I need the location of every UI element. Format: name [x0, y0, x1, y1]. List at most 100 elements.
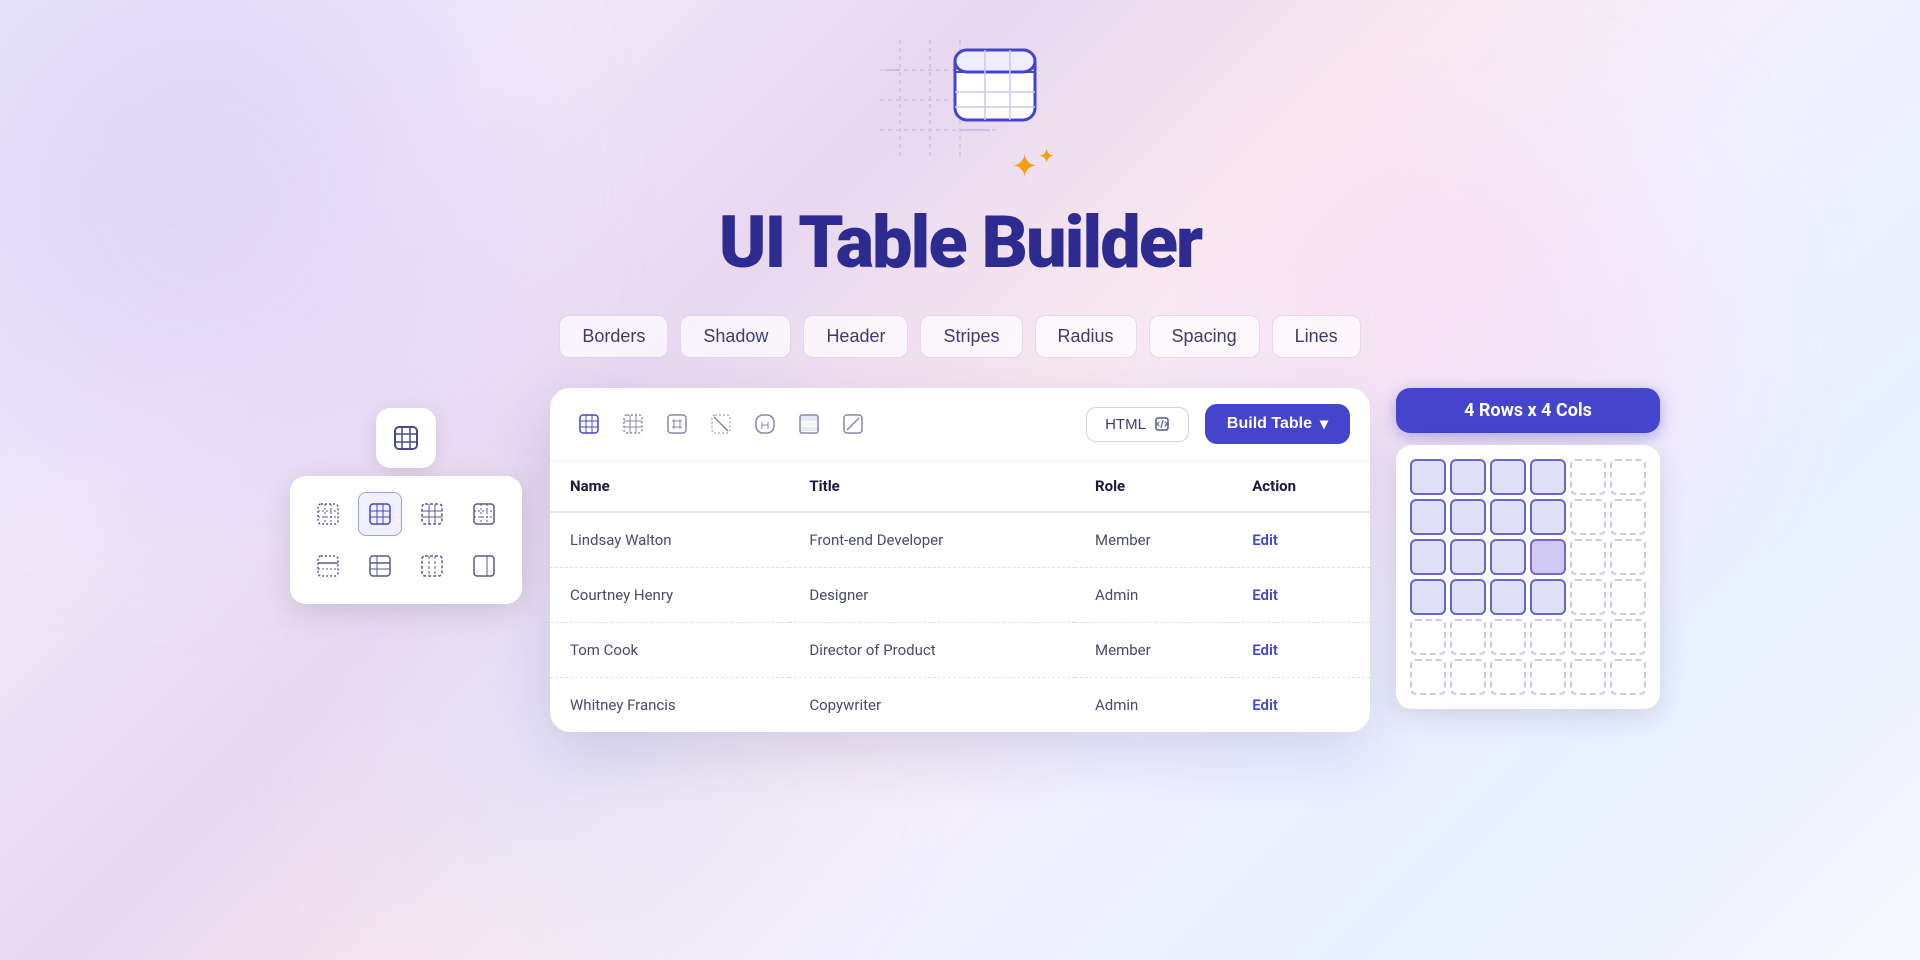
grid-style-6[interactable] — [358, 544, 402, 588]
grid-style-3[interactable] — [410, 492, 454, 536]
pill-spacing[interactable]: Spacing — [1149, 315, 1260, 358]
pill-borders[interactable]: Borders — [559, 315, 668, 358]
data-table: Name Title Role Action Lindsay Walton Fr… — [550, 461, 1370, 732]
toolbar: HTML Build Table ▾ — [550, 388, 1370, 461]
pill-stripes[interactable]: Stripes — [920, 315, 1022, 358]
cell-title-1: Front-end Developer — [789, 512, 1075, 568]
grid-cell-4-5[interactable] — [1570, 579, 1606, 615]
grid-cell-5-2[interactable] — [1450, 619, 1486, 655]
grid-style-1[interactable] — [306, 492, 350, 536]
grid-cell-4-6[interactable] — [1610, 579, 1646, 615]
col-header-action: Action — [1232, 461, 1370, 512]
grid-cell-3-4[interactable] — [1530, 539, 1566, 575]
cell-role-2: Admin — [1075, 568, 1232, 623]
pill-radius[interactable]: Radius — [1035, 315, 1137, 358]
grid-cell-5-6[interactable] — [1610, 619, 1646, 655]
grid-cell-6-2[interactable] — [1450, 659, 1486, 695]
pill-shadow[interactable]: Shadow — [680, 315, 791, 358]
html-label: HTML — [1105, 416, 1146, 433]
toolbar-diagonal[interactable] — [834, 405, 872, 443]
grid-cell-5-5[interactable] — [1570, 619, 1606, 655]
grid-style-8[interactable] — [462, 544, 506, 588]
cell-title-3: Director of Product — [789, 623, 1075, 678]
grid-cell-1-3[interactable] — [1490, 459, 1526, 495]
grid-cell-4-2[interactable] — [1450, 579, 1486, 615]
grid-cell-1-6[interactable] — [1610, 459, 1646, 495]
cell-action-2[interactable]: Edit — [1232, 568, 1370, 623]
grid-cell-4-1[interactable] — [1410, 579, 1446, 615]
grid-cell-6-6[interactable] — [1610, 659, 1646, 695]
build-table-button[interactable]: Build Table ▾ — [1205, 404, 1350, 444]
toolbar-inner-borders[interactable] — [614, 405, 652, 443]
grid-cell-4-3[interactable] — [1490, 579, 1526, 615]
cell-action-1[interactable]: Edit — [1232, 512, 1370, 568]
cell-action-3[interactable]: Edit — [1232, 623, 1370, 678]
grid-selector-inner — [1410, 459, 1646, 695]
table-style-button[interactable] — [376, 408, 436, 468]
toolbar-outer-border[interactable] — [658, 405, 696, 443]
cell-action-4[interactable]: Edit — [1232, 678, 1370, 733]
grid-cell-2-1[interactable] — [1410, 499, 1446, 535]
table-builder-card: HTML Build Table ▾ Name Title — [550, 388, 1370, 732]
grid-cell-5-3[interactable] — [1490, 619, 1526, 655]
grid-style-7[interactable] — [410, 544, 454, 588]
grid-cell-3-2[interactable] — [1450, 539, 1486, 575]
grid-style-5[interactable] — [306, 544, 350, 588]
sparkle-icon-large: ✦ — [1011, 147, 1038, 185]
grid-cell-6-3[interactable] — [1490, 659, 1526, 695]
toolbar-full-grid[interactable] — [570, 405, 608, 443]
col-header-name: Name — [550, 461, 789, 512]
pill-lines[interactable]: Lines — [1272, 315, 1361, 358]
page-wrapper: ✦ ✦ UI Table Builder Borders Shadow Head… — [0, 0, 1920, 732]
hero-icon: ✦ ✦ — [860, 30, 1060, 190]
grid-cell-6-5[interactable] — [1570, 659, 1606, 695]
grid-cell-1-2[interactable] — [1450, 459, 1486, 495]
table-icon — [950, 45, 1040, 129]
cell-title-4: Copywriter — [789, 678, 1075, 733]
grid-cell-6-1[interactable] — [1410, 659, 1446, 695]
cell-name-1: Lindsay Walton — [550, 512, 789, 568]
grid-cell-2-6[interactable] — [1610, 499, 1646, 535]
table-row: Whitney Francis Copywriter Admin Edit — [550, 678, 1370, 733]
grid-cell-4-4[interactable] — [1530, 579, 1566, 615]
table-row: Courtney Henry Designer Admin Edit — [550, 568, 1370, 623]
grid-style-4[interactable] — [462, 492, 506, 536]
grid-cell-2-3[interactable] — [1490, 499, 1526, 535]
grid-cell-3-5[interactable] — [1570, 539, 1606, 575]
cell-title-2: Designer — [789, 568, 1075, 623]
grid-cell-3-3[interactable] — [1490, 539, 1526, 575]
grid-cell-1-1[interactable] — [1410, 459, 1446, 495]
cell-name-3: Tom Cook — [550, 623, 789, 678]
build-chevron: ▾ — [1320, 414, 1328, 434]
toolbar-rounded[interactable] — [746, 405, 784, 443]
grid-cell-3-6[interactable] — [1610, 539, 1646, 575]
html-export-button[interactable]: HTML — [1086, 407, 1189, 442]
grid-selector — [1396, 445, 1660, 709]
toolbar-stripes[interactable] — [790, 405, 828, 443]
grid-cell-2-4[interactable] — [1530, 499, 1566, 535]
col-header-title: Title — [789, 461, 1075, 512]
cell-name-4: Whitney Francis — [550, 678, 789, 733]
grid-cell-1-5[interactable] — [1570, 459, 1606, 495]
grid-cell-5-1[interactable] — [1410, 619, 1446, 655]
left-icon-panel — [290, 408, 522, 604]
filter-pills-container: Borders Shadow Header Stripes Radius Spa… — [559, 315, 1360, 358]
grid-cell-1-4[interactable] — [1530, 459, 1566, 495]
grid-cell-3-1[interactable] — [1410, 539, 1446, 575]
grid-cell-5-4[interactable] — [1530, 619, 1566, 655]
cell-role-3: Member — [1075, 623, 1232, 678]
grid-cell-6-4[interactable] — [1530, 659, 1566, 695]
pill-header[interactable]: Header — [803, 315, 908, 358]
grid-style-2[interactable] — [358, 492, 402, 536]
page-title: UI Table Builder — [719, 200, 1201, 285]
toolbar-no-border[interactable] — [702, 405, 740, 443]
cell-role-1: Member — [1075, 512, 1232, 568]
grid-cell-2-2[interactable] — [1450, 499, 1486, 535]
table-row: Lindsay Walton Front-end Developer Membe… — [550, 512, 1370, 568]
grid-cell-2-5[interactable] — [1570, 499, 1606, 535]
cell-name-2: Courtney Henry — [550, 568, 789, 623]
icon-grid-dropdown — [290, 476, 522, 604]
main-content: HTML Build Table ▾ Name Title — [260, 388, 1660, 732]
grid-dimension-label: 4 Rows x 4 Cols — [1396, 388, 1660, 433]
build-label: Build Table — [1227, 415, 1312, 433]
